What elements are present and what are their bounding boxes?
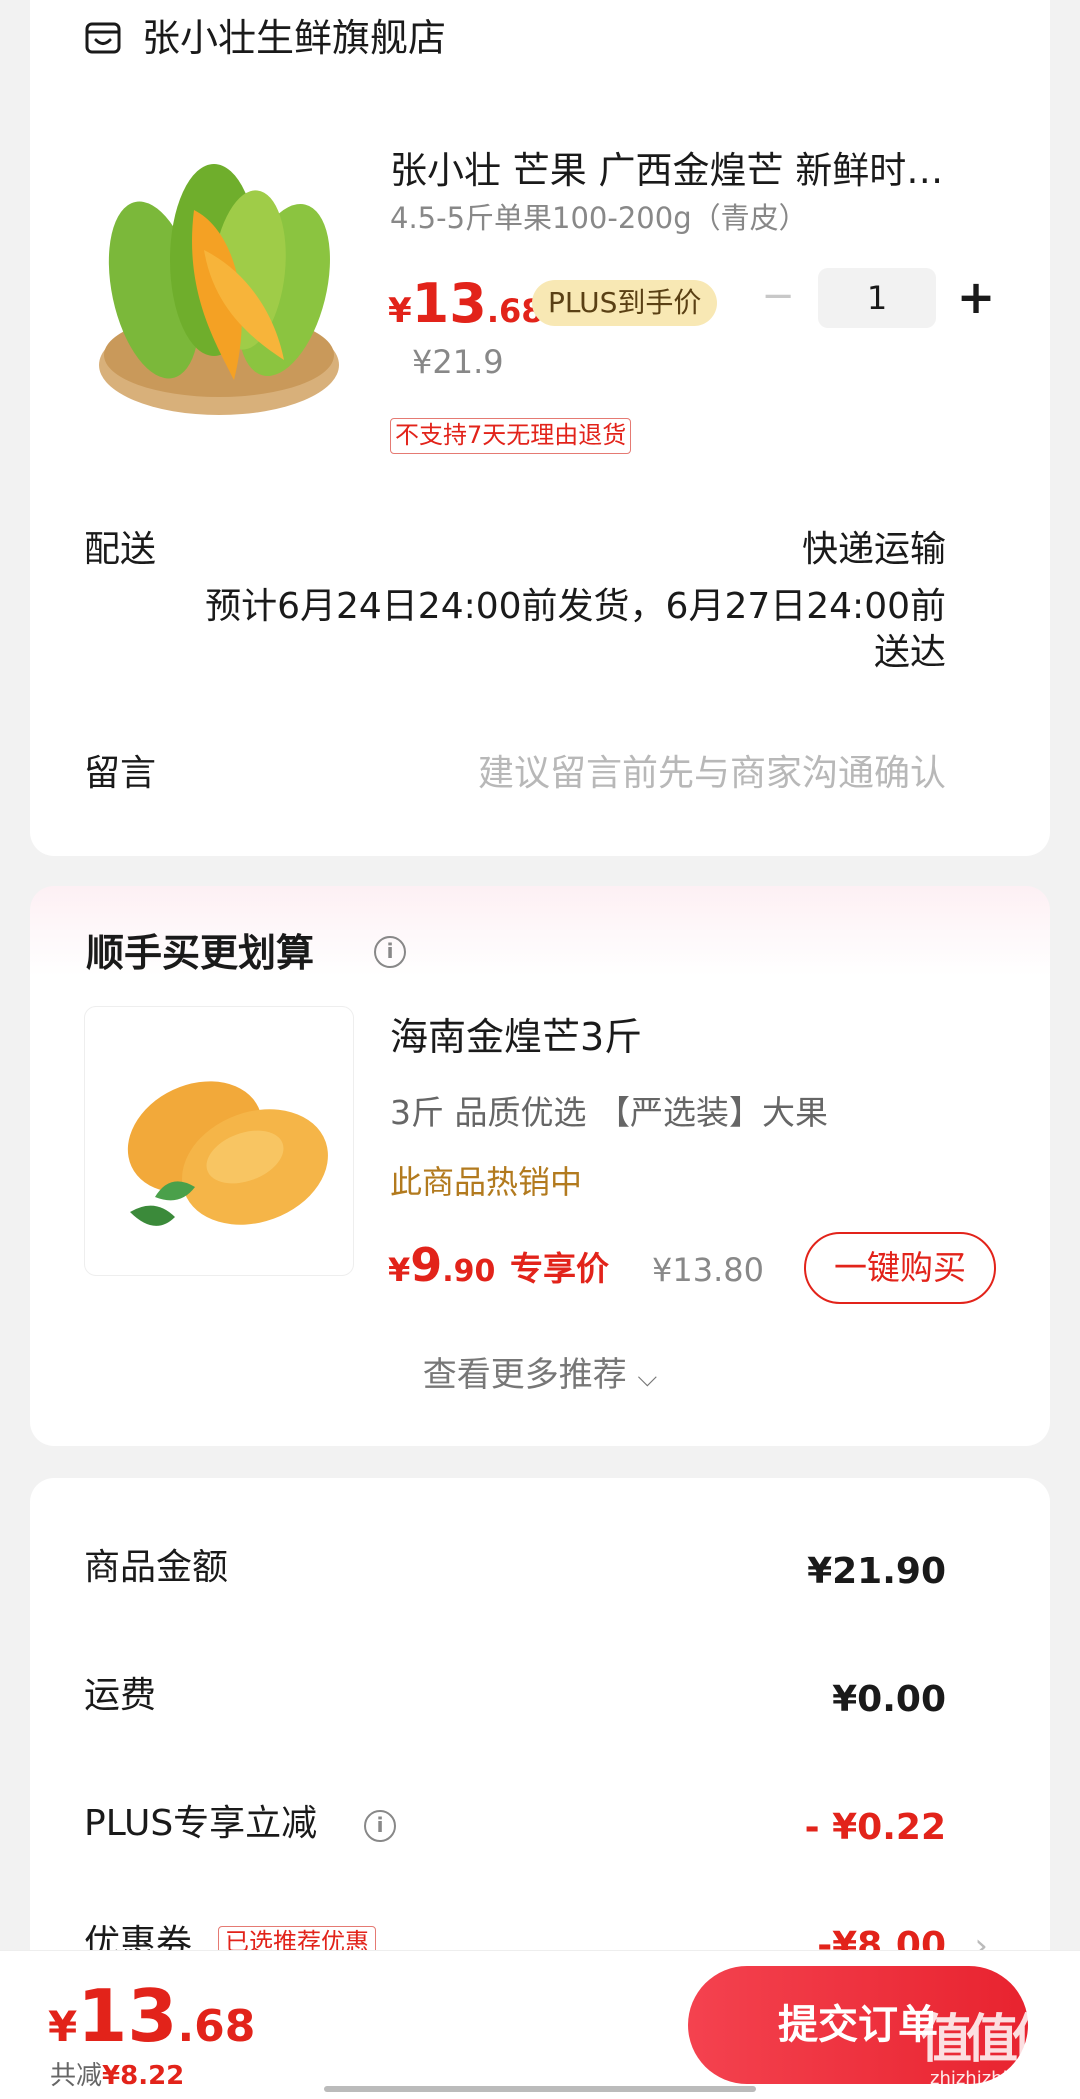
- quantity-input[interactable]: 1: [818, 268, 936, 328]
- shipping-label: 运费: [84, 1675, 157, 1716]
- product-spec[interactable]: 4.5-5斤单果100-200g（青皮）: [390, 200, 808, 236]
- goods-amount-label: 商品金额: [84, 1547, 229, 1588]
- home-indicator: [324, 2086, 756, 2092]
- original-price: ¥21.9: [412, 343, 504, 381]
- product-price: ¥13.68: [388, 272, 544, 349]
- price-integer: 9: [410, 1238, 443, 1292]
- chevron-down-icon: ⌵: [637, 1363, 658, 1393]
- quantity-increase-button[interactable]: +: [954, 270, 998, 324]
- delivery-eta: 预计6月24日24:00前发货，6月27日24:00前送达: [205, 586, 946, 673]
- price-currency: ¥: [48, 2002, 78, 2051]
- plus-discount-value: - ¥0.22: [804, 1807, 946, 1848]
- price-decimal: .68: [177, 2001, 256, 2052]
- info-icon[interactable]: i: [374, 936, 406, 968]
- recommend-hot-badge: 此商品热销中: [390, 1163, 583, 1201]
- saved-label: 共减: [50, 2061, 103, 2091]
- mango-icon: [127, 1081, 328, 1226]
- price-integer: 13: [77, 1974, 178, 2058]
- more-recommendations-label: 查看更多推荐: [422, 1355, 627, 1395]
- recommend-name[interactable]: 海南金煌芒3斤: [390, 1014, 642, 1060]
- delivery-method: 快递运输: [801, 529, 946, 570]
- recommend-spec: 3斤 品质优选 【严选装】大果: [390, 1093, 828, 1132]
- more-recommendations-link[interactable]: 查看更多推荐 ⌵: [0, 1354, 1080, 1399]
- one-click-buy-button[interactable]: 一键购买: [804, 1232, 996, 1304]
- recommendation-title: 顺手买更划算: [86, 931, 315, 975]
- total-saved: 共减¥8.22: [50, 2060, 184, 2092]
- message-input[interactable]: [386, 752, 946, 796]
- price-currency: ¥: [388, 291, 412, 331]
- watermark-logo: 值值值: [920, 2010, 1064, 2070]
- price-currency: ¥: [388, 1251, 411, 1289]
- goods-amount-value: ¥21.90: [807, 1551, 946, 1592]
- product-image[interactable]: [84, 140, 354, 420]
- recommend-image[interactable]: [84, 1006, 354, 1276]
- delivery-label: 配送: [84, 529, 157, 570]
- message-label: 留言: [84, 753, 157, 794]
- plus-discount-label: PLUS专享立减: [84, 1803, 318, 1844]
- recommend-price: ¥9.90: [388, 1236, 495, 1305]
- exclusive-price-label: 专享价: [510, 1249, 609, 1288]
- store-name[interactable]: 张小壮生鲜旗舰店: [142, 16, 446, 60]
- quantity-decrease-button[interactable]: −: [758, 276, 798, 316]
- watermark-url: zhizhizhi.com: [930, 2068, 1052, 2089]
- product-title[interactable]: 张小壮 芒果 广西金煌芒 新鲜时令水果: [390, 148, 980, 194]
- saved-value: ¥8.22: [102, 2061, 185, 2091]
- recommend-original-price: ¥13.80: [652, 1251, 764, 1289]
- shipping-value: ¥0.00: [832, 1679, 946, 1720]
- no-return-badge: 不支持7天无理由退货: [390, 418, 632, 454]
- plus-info-icon[interactable]: i: [364, 1810, 396, 1842]
- plus-price-tag: PLUS到手价: [532, 280, 718, 326]
- price-integer: 13: [411, 272, 487, 335]
- store-icon: [85, 22, 121, 54]
- price-decimal: .90: [442, 1254, 496, 1289]
